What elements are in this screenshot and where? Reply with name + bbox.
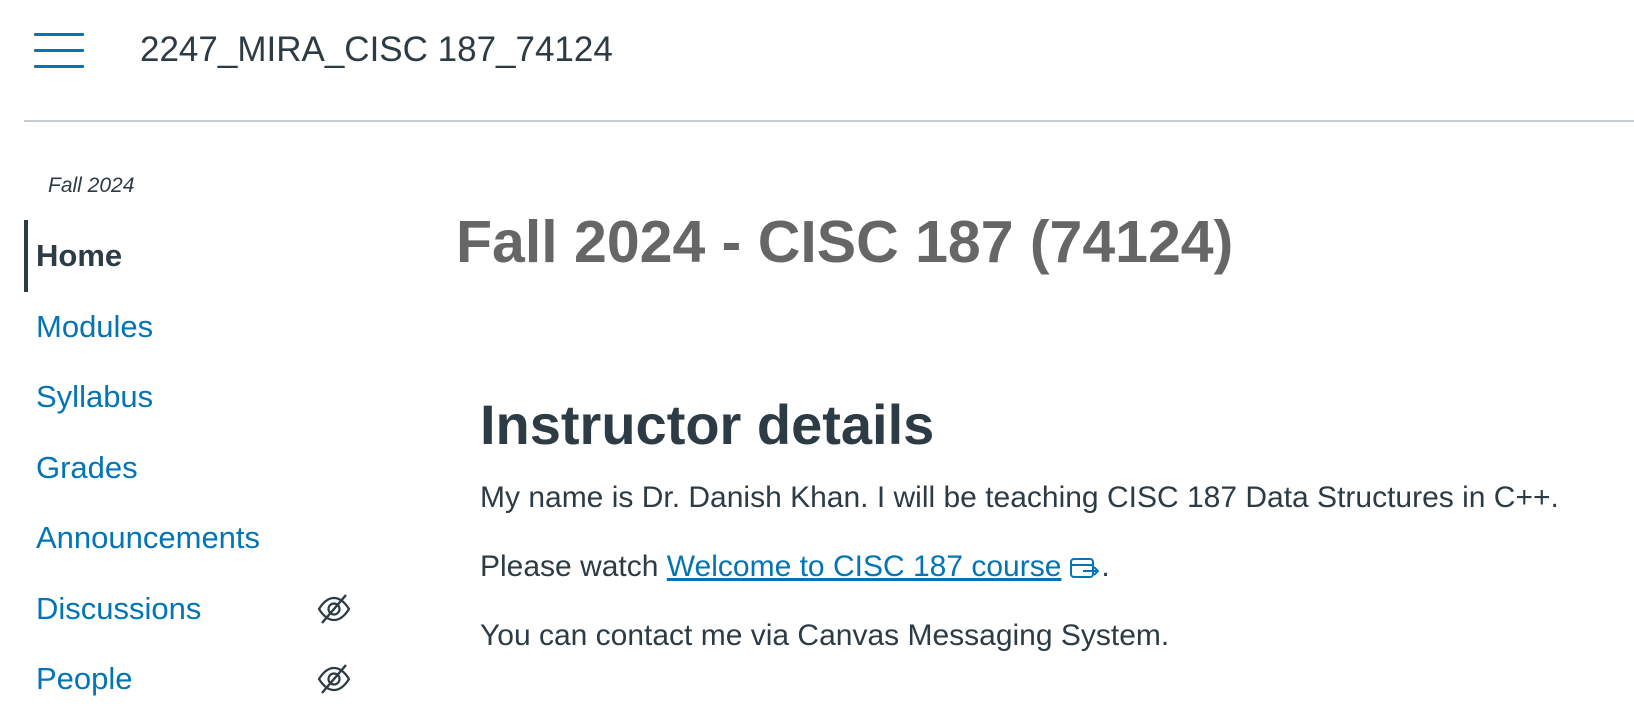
welcome-video-link[interactable]: Welcome to CISC 187 course	[667, 550, 1062, 583]
nav-item-label: Grades	[36, 450, 138, 485]
course-header: 2247_MIRA_CISC 187_74124	[0, 0, 1634, 122]
nav-item-grades[interactable]: Grades	[24, 432, 364, 504]
nav-item-label: Syllabus	[36, 379, 154, 414]
nav-item-label: Modules	[36, 309, 154, 344]
nav-item-announcements[interactable]: Announcements	[24, 502, 364, 574]
hamburger-line	[34, 65, 84, 68]
hamburger-menu-icon[interactable]	[34, 33, 84, 69]
nav-item-label: Home	[36, 238, 123, 273]
welcome-prefix: Please watch	[480, 550, 667, 583]
eye-slash-icon	[317, 664, 351, 694]
nav-item-home[interactable]: Home	[24, 220, 368, 292]
course-navigation: Fall 2024 Home Modules Syllabus Grades A…	[0, 122, 370, 714]
page-title: Fall 2024 - CISC 187 (74124)	[456, 209, 1234, 275]
nav-item-modules[interactable]: Modules	[24, 291, 364, 363]
instructor-intro-text: My name is Dr. Danish Khan. I will be te…	[480, 481, 1559, 514]
nav-item-syllabus[interactable]: Syllabus	[24, 361, 364, 433]
nav-item-label: People	[36, 661, 133, 696]
term-label: Fall 2024	[48, 174, 135, 197]
course-breadcrumb[interactable]: 2247_MIRA_CISC 187_74124	[140, 28, 613, 72]
canvas-course-page: 2247_MIRA_CISC 187_74124 Fall 2024 Home …	[0, 0, 1634, 714]
nav-item-label: Announcements	[36, 520, 261, 555]
nav-item-label: Discussions	[36, 591, 202, 626]
section-heading: Instructor details	[480, 393, 935, 456]
nav-item-people[interactable]: People	[24, 643, 364, 714]
hamburger-line	[34, 33, 84, 36]
nav-item-discussions[interactable]: Discussions	[24, 573, 364, 645]
welcome-suffix: .	[1101, 550, 1110, 583]
hamburger-line	[34, 49, 84, 52]
eye-slash-icon	[317, 594, 351, 624]
welcome-video-text: Please watch Welcome to CISC 187 course …	[480, 547, 1110, 587]
course-home-content: Fall 2024 - CISC 187 (74124) Instructor …	[440, 122, 1634, 714]
contact-text: You can contact me via Canvas Messaging …	[480, 619, 1170, 652]
external-link-icon[interactable]	[1069, 555, 1101, 581]
